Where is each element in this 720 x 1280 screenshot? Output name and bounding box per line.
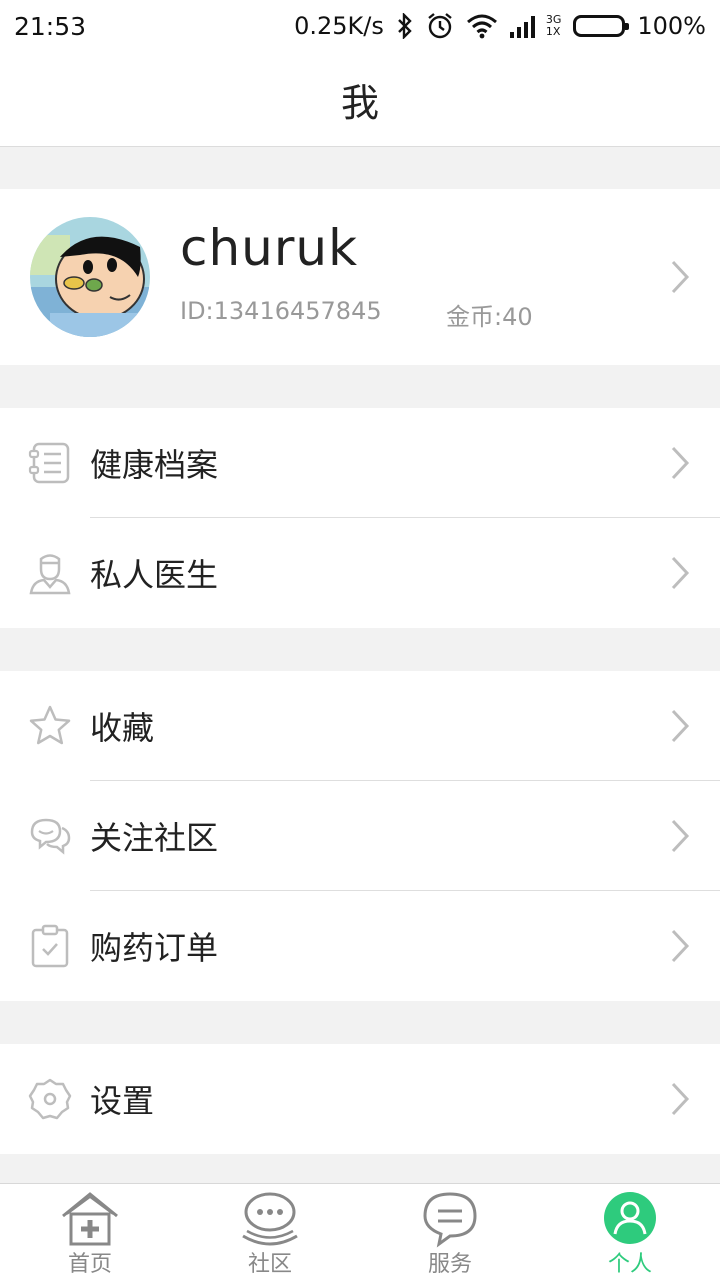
chevron-right-icon bbox=[671, 446, 690, 480]
menu-group-health: 健康档案 私人医生 bbox=[0, 408, 720, 628]
menu-item-label: 购药订单 bbox=[90, 929, 219, 967]
menu-item-private-doctor[interactable]: 私人医生 bbox=[0, 518, 720, 628]
tab-label: 个人 bbox=[607, 1252, 652, 1277]
service-icon bbox=[423, 1192, 477, 1248]
menu-item-label: 健康档案 bbox=[90, 446, 219, 484]
nav-header: 我 bbox=[0, 52, 720, 147]
battery-percent: 100% bbox=[637, 12, 706, 40]
profile-card[interactable]: churuk ID:13416457845 金币:40 bbox=[0, 189, 720, 365]
alarm-icon bbox=[428, 13, 452, 39]
tab-label: 服务 bbox=[427, 1252, 472, 1277]
chevron-right-icon bbox=[671, 556, 690, 590]
profile-coins: 金币:40 bbox=[446, 303, 533, 331]
person-icon bbox=[604, 1192, 656, 1244]
community-icon bbox=[242, 1192, 298, 1246]
menu-item-favorites[interactable]: 收藏 bbox=[0, 671, 720, 781]
network-type: 3G 1X bbox=[546, 14, 562, 38]
tab-label: 社区 bbox=[247, 1252, 292, 1277]
status-time: 21:53 bbox=[14, 11, 87, 41]
menu-group-activity: 收藏 关注社区 购药订单 bbox=[0, 671, 720, 1001]
screen: 21:53 0.25K/s 3G 1X 100% 我 churuk ID:134… bbox=[0, 0, 720, 1280]
chat-bubbles-icon bbox=[30, 818, 71, 855]
network-speed: 0.25K/s bbox=[294, 12, 384, 40]
battery-icon bbox=[573, 15, 630, 37]
profile-username: churuk bbox=[180, 219, 359, 277]
tab-personal[interactable]: 个人 bbox=[540, 1184, 720, 1280]
chevron-right-icon bbox=[671, 929, 690, 963]
avatar[interactable] bbox=[30, 217, 150, 337]
wifi-icon bbox=[466, 14, 497, 39]
chevron-right-icon bbox=[671, 1082, 690, 1116]
clipboard-check-icon bbox=[31, 924, 69, 968]
tab-home[interactable]: 首页 bbox=[0, 1184, 180, 1280]
menu-item-health-record[interactable]: 健康档案 bbox=[0, 408, 720, 518]
signal-icon bbox=[509, 16, 535, 38]
menu-item-label: 私人医生 bbox=[90, 556, 219, 594]
status-bar: 21:53 0.25K/s 3G 1X 100% bbox=[0, 0, 720, 52]
chevron-right-icon bbox=[671, 819, 690, 853]
menu-item-settings[interactable]: 设置 bbox=[0, 1044, 720, 1154]
tab-service[interactable]: 服务 bbox=[360, 1184, 540, 1280]
profile-user-id: ID:13416457845 bbox=[180, 297, 382, 325]
menu-item-label: 收藏 bbox=[90, 709, 155, 747]
status-icons: 0.25K/s 3G 1X 100% bbox=[294, 12, 706, 40]
page-title: 我 bbox=[340, 80, 379, 125]
health-record-icon bbox=[28, 442, 70, 484]
home-icon bbox=[62, 1192, 118, 1246]
chevron-right-icon bbox=[671, 709, 690, 743]
tab-community[interactable]: 社区 bbox=[180, 1184, 360, 1280]
menu-item-label: 设置 bbox=[90, 1082, 155, 1120]
network-type-bottom: 1X bbox=[545, 25, 561, 38]
menu-group-settings: 设置 bbox=[0, 1044, 720, 1154]
doctor-icon bbox=[29, 554, 71, 595]
menu-item-label: 关注社区 bbox=[90, 819, 219, 857]
star-icon bbox=[29, 705, 71, 745]
chevron-right-icon bbox=[671, 260, 690, 294]
menu-item-medicine-orders[interactable]: 购药订单 bbox=[0, 891, 720, 1001]
bottom-tab-bar: 首页 社区 服务 个人 bbox=[0, 1183, 720, 1280]
menu-item-followed-community[interactable]: 关注社区 bbox=[0, 781, 720, 891]
gear-icon bbox=[28, 1078, 72, 1120]
tab-label: 首页 bbox=[67, 1252, 112, 1277]
bluetooth-icon bbox=[397, 13, 412, 39]
